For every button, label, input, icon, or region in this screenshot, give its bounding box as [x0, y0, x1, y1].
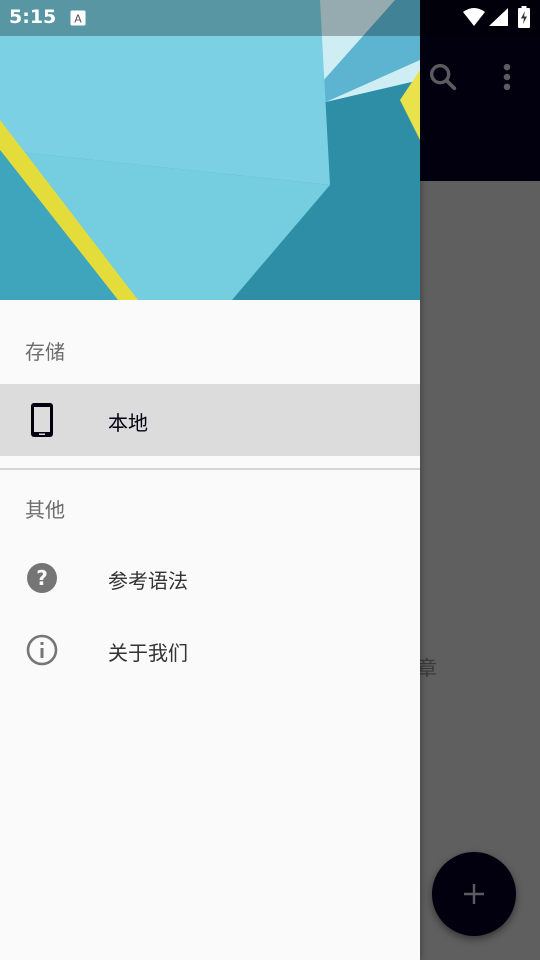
- nav-item-label: 本地: [108, 411, 148, 435]
- nav-item-syntax-reference[interactable]: ? 参考语法: [0, 542, 420, 614]
- svg-text:A: A: [74, 13, 82, 26]
- add-fab-button[interactable]: [432, 852, 516, 936]
- battery-charging-icon: [518, 6, 530, 28]
- drawer-header-image: [0, 0, 420, 300]
- nav-item-label: 关于我们: [108, 641, 188, 665]
- screen: 章 5:15 A 存储 本地 其他 ? 参考语法 关于我们: [0, 0, 540, 960]
- search-icon[interactable]: [426, 60, 460, 94]
- smartphone-icon: [31, 403, 53, 437]
- cell-signal-icon: [489, 8, 508, 26]
- nav-item-label: 参考语法: [108, 569, 188, 593]
- nav-item-about-us[interactable]: 关于我们: [0, 614, 420, 686]
- divider: [0, 468, 420, 470]
- section-label-storage: 存储: [25, 340, 65, 364]
- wifi-icon: [463, 8, 485, 26]
- status-bar: 5:15 A: [0, 0, 540, 36]
- section-label-other: 其他: [25, 498, 65, 522]
- info-circle-icon: [26, 634, 58, 666]
- plus-icon: [464, 884, 484, 904]
- more-vert-icon[interactable]: [496, 60, 518, 94]
- app-background-text: 章: [417, 656, 437, 680]
- navigation-drawer: 存储 本地 其他 ? 参考语法 关于我们: [0, 0, 420, 960]
- keyboard-a-icon: A: [70, 10, 86, 26]
- svg-text:?: ?: [36, 566, 48, 590]
- status-time: 5:15: [9, 6, 57, 28]
- nav-item-local[interactable]: 本地: [0, 384, 420, 456]
- help-circle-icon: ?: [27, 563, 57, 593]
